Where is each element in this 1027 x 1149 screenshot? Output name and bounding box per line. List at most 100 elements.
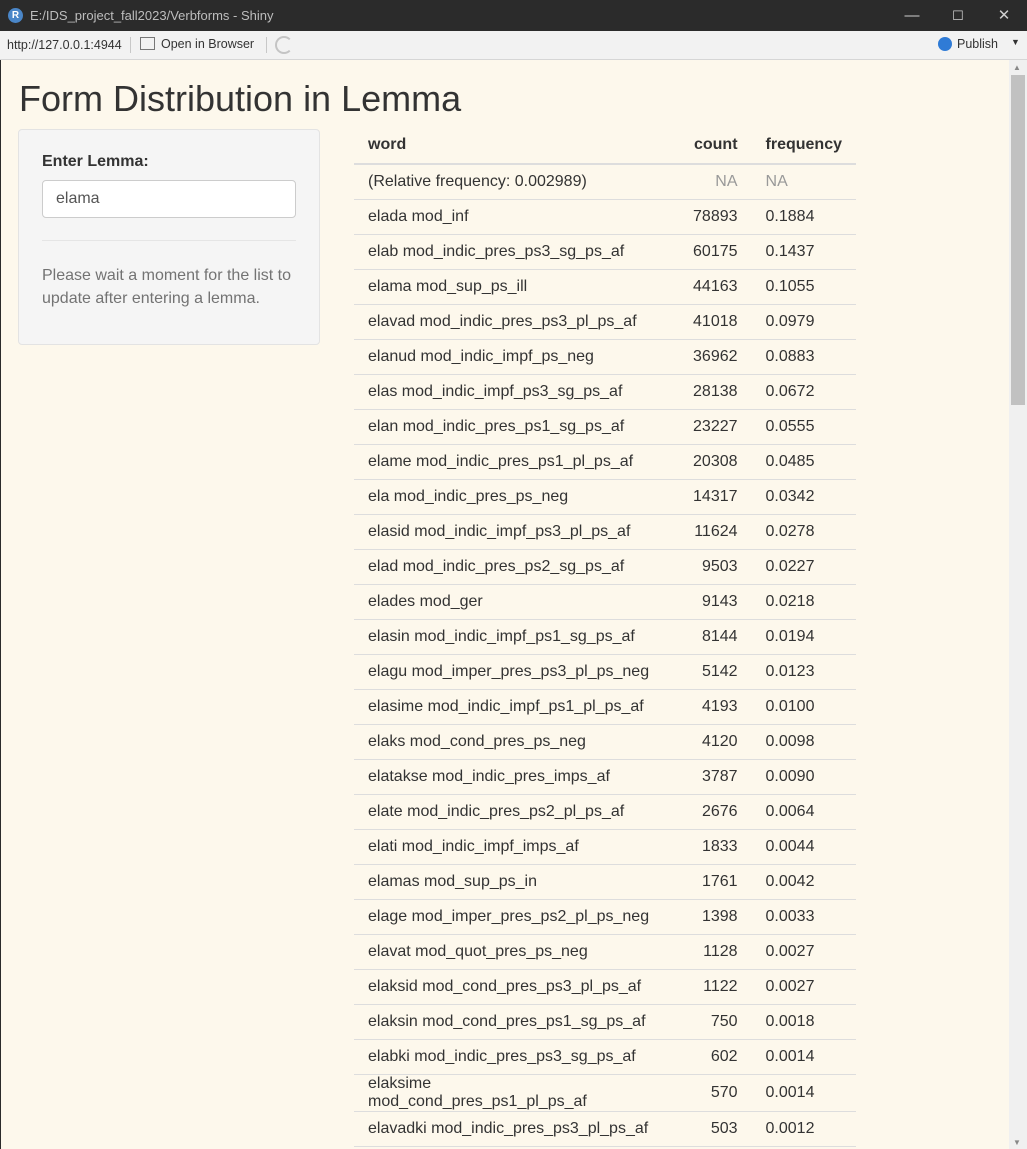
cell-word: elabki mod_indic_pres_ps3_sg_ps_af	[354, 1039, 664, 1075]
cell-word: elan mod_indic_pres_ps1_sg_ps_af	[354, 409, 664, 445]
table-row: elasin mod_indic_impf_ps1_sg_ps_af 8144 0.…	[354, 619, 856, 655]
cell-word: elavad mod_indic_pres_ps3_pl_ps_af	[354, 304, 664, 340]
cell-count: NA	[715, 173, 738, 190]
open-in-browser-button[interactable]: Open in Browser	[140, 37, 254, 51]
table-row: elavad mod_indic_pres_ps3_pl_ps_af 41018 0…	[354, 304, 856, 340]
table-row: elama mod_sup_ps_ill 44163 0.1055	[354, 269, 856, 305]
viewer-toolbar: http://127.0.0.1:4944 Open in Browser Pu…	[0, 31, 1027, 60]
cell-count: 1833	[663, 829, 752, 865]
table-row: elaksime mod_cond_pres_ps1_pl_ps_af 570 0.…	[354, 1074, 856, 1112]
cell-frequency: 0.0100	[751, 689, 856, 725]
cell-word: elab mod_indic_pres_ps3_sg_ps_af	[354, 234, 664, 270]
cell-word: elaksin mod_cond_pres_ps1_sg_ps_af	[354, 1004, 664, 1040]
cell-frequency: 0.0218	[751, 584, 856, 620]
cell-frequency: 0.0979	[751, 304, 856, 340]
table-row: elades mod_ger 9143 0.0218	[354, 584, 856, 620]
cell-count: 1398	[663, 899, 752, 935]
table-row: elas mod_indic_impf_ps3_sg_ps_af 28138 0.0…	[354, 374, 856, 410]
cell-frequency: 0.0485	[751, 444, 856, 480]
cell-frequency: 0.0883	[751, 339, 856, 375]
lemma-input-label: Enter Lemma:	[42, 153, 149, 170]
cell-word: ela mod_indic_pres_ps_neg	[354, 479, 664, 515]
cell-word: elades mod_ger	[354, 584, 664, 620]
cell-word: elatakse mod_indic_pres_imps_af	[354, 759, 664, 795]
cell-word: elagu mod_imper_pres_ps3_pl_ps_neg	[354, 654, 664, 690]
url-display[interactable]: http://127.0.0.1:4944	[7, 38, 122, 52]
maximize-button[interactable]: ☐	[935, 0, 981, 31]
lemma-input[interactable]	[42, 180, 296, 218]
cell-word: elada mod_inf	[354, 199, 664, 235]
table-row: elavat mod_quot_pres_ps_neg 1128 0.0027	[354, 934, 856, 970]
scroll-down-icon[interactable]: ▼	[1013, 1138, 1021, 1147]
publish-dropdown-icon[interactable]: ▼	[1011, 37, 1020, 47]
cell-count: 60175	[663, 234, 752, 270]
cell-word: elamas mod_sup_ps_in	[354, 864, 664, 900]
cell-frequency: 0.0012	[751, 1111, 856, 1147]
form-distribution-table: word count frequency (Relative frequency…	[354, 126, 856, 1149]
window-titlebar: R E:/IDS_project_fall2023/Verbforms - Sh…	[0, 0, 1027, 31]
cell-frequency: 0.0123	[751, 654, 856, 690]
cell-frequency: 0.0033	[751, 899, 856, 935]
table-row: ela mod_indic_pres_ps_neg 14317 0.0342	[354, 479, 856, 515]
cell-frequency: 0.0098	[751, 724, 856, 760]
scrollbar-thumb[interactable]	[1011, 75, 1025, 405]
cell-frequency: 0.0194	[751, 619, 856, 655]
cell-count: 9143	[663, 584, 752, 620]
cell-word: elama mod_sup_ps_ill	[354, 269, 664, 305]
cell-count: 41018	[663, 304, 752, 340]
sidebar-panel: Enter Lemma: Please wait a moment for th…	[18, 129, 320, 345]
cell-count: 9503	[663, 549, 752, 585]
table-row: elada mod_inf 78893 0.1884	[354, 199, 856, 235]
toolbar-divider	[266, 37, 267, 53]
cell-word: elaks mod_cond_pres_ps_neg	[354, 724, 664, 760]
publish-label: Publish	[957, 37, 998, 51]
table-row: elan mod_indic_pres_ps1_sg_ps_af 23227 0.0…	[354, 409, 856, 445]
cell-word: elavadki mod_indic_pres_ps3_pl_ps_af	[354, 1111, 664, 1147]
help-text: Please wait a moment for the list to upd…	[42, 267, 291, 307]
cell-count: 602	[663, 1039, 752, 1075]
table-row: elaks mod_cond_pres_ps_neg 4120 0.0098	[354, 724, 856, 760]
table-row: elamas mod_sup_ps_in 1761 0.0042	[354, 864, 856, 900]
cell-count: 14317	[663, 479, 752, 515]
publish-button[interactable]: Publish	[938, 37, 998, 51]
cell-frequency: 0.1884	[751, 199, 856, 235]
browser-icon	[140, 37, 155, 50]
column-header-count: count	[663, 126, 752, 165]
refresh-icon[interactable]	[275, 36, 293, 54]
cell-word: elas mod_indic_impf_ps3_sg_ps_af	[354, 374, 664, 410]
minimize-button[interactable]: —	[889, 0, 935, 31]
cell-frequency: 0.0018	[751, 1004, 856, 1040]
cell-count: 4193	[663, 689, 752, 725]
table-row: elati mod_indic_impf_imps_af 1833 0.0044	[354, 829, 856, 865]
cell-count: 1128	[663, 934, 752, 970]
cell-word: elasid mod_indic_impf_ps3_pl_ps_af	[354, 514, 664, 550]
table-row: elasime mod_indic_impf_ps1_pl_ps_af 4193 0…	[354, 689, 856, 725]
window-title: E:/IDS_project_fall2023/Verbforms - Shin…	[30, 8, 274, 23]
cell-count: 5142	[663, 654, 752, 690]
cell-count: 44163	[663, 269, 752, 305]
table-row: (Relative frequency: 0.002989) NA NA	[354, 164, 856, 200]
table-row: elatakse mod_indic_pres_imps_af 3787 0.009…	[354, 759, 856, 795]
table-row: elaksid mod_cond_pres_ps3_pl_ps_af 1122 0.…	[354, 969, 856, 1005]
cell-word: (Relative frequency: 0.002989)	[368, 173, 587, 190]
cell-frequency: 0.1437	[751, 234, 856, 270]
cell-frequency: 0.0042	[751, 864, 856, 900]
cell-count: 36962	[663, 339, 752, 375]
table-row: elasid mod_indic_impf_ps3_pl_ps_af 11624 0…	[354, 514, 856, 550]
cell-word: elaksime mod_cond_pres_ps1_pl_ps_af	[354, 1074, 664, 1112]
table-row: elab mod_indic_pres_ps3_sg_ps_af 60175 0.1…	[354, 234, 856, 270]
close-button[interactable]: ✕	[981, 0, 1027, 31]
cell-frequency: 0.0342	[751, 479, 856, 515]
cell-frequency: 0.0064	[751, 794, 856, 830]
toolbar-divider	[130, 37, 131, 53]
page-title: Form Distribution in Lemma	[19, 78, 462, 119]
table-row: elate mod_indic_pres_ps2_pl_ps_af 2676 0.0…	[354, 794, 856, 830]
table-row: elavadki mod_indic_pres_ps3_pl_ps_af 503 0…	[354, 1111, 856, 1147]
vertical-scrollbar[interactable]: ▲ ▼	[1009, 60, 1027, 1149]
scroll-up-icon[interactable]: ▲	[1013, 63, 1021, 72]
table-row: elabki mod_indic_pres_ps3_sg_ps_af 602 0.0…	[354, 1039, 856, 1075]
cell-word: elasin mod_indic_impf_ps1_sg_ps_af	[354, 619, 664, 655]
table-header-row: word count frequency	[354, 126, 856, 165]
cell-count: 78893	[663, 199, 752, 235]
cell-frequency: 0.0672	[751, 374, 856, 410]
